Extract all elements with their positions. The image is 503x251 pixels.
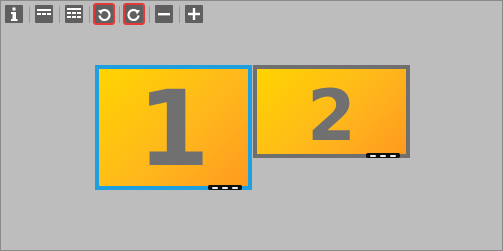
toolbar-separator	[149, 6, 150, 23]
info-button[interactable]	[5, 5, 23, 23]
toolbar-separator	[59, 6, 60, 23]
zoom-in-button[interactable]	[185, 5, 203, 23]
layout-grid-icon	[67, 8, 81, 20]
layout-row-icon	[37, 9, 51, 19]
rotate-left-button[interactable]	[93, 3, 115, 25]
rotate-right-button[interactable]	[123, 3, 145, 25]
layout-grid-button[interactable]	[65, 5, 83, 23]
toolbar-separator	[89, 6, 90, 23]
monitor-number: 1	[137, 68, 210, 190]
toolbar-separator	[179, 6, 180, 23]
rotate-right-icon	[127, 7, 141, 21]
zoom-out-button[interactable]	[155, 5, 173, 23]
display-arrangement-panel: 2 1	[0, 0, 503, 251]
zoom-in-icon	[188, 8, 200, 20]
monitor-stand	[366, 153, 400, 158]
monitor-number: 2	[307, 75, 356, 157]
toolbar-separator	[29, 6, 30, 23]
toolbar-separator	[119, 6, 120, 23]
monitor-2[interactable]: 2	[253, 65, 410, 158]
info-icon	[9, 7, 19, 21]
monitor-stand	[208, 185, 242, 190]
monitor-1[interactable]: 1	[95, 65, 252, 190]
zoom-out-icon	[158, 8, 170, 20]
rotate-left-icon	[97, 7, 111, 21]
layout-row-button[interactable]	[35, 5, 53, 23]
